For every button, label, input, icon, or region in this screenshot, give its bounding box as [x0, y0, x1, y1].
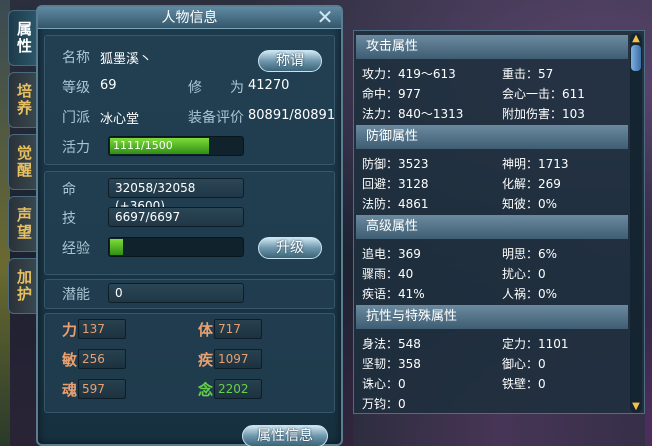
attr-value-constitution: 717	[214, 319, 262, 339]
stat-magic-power: 法力：840～1313	[362, 107, 464, 121]
attr-label-constitution: 体	[198, 321, 214, 339]
stat-attack-power: 攻力：419～613	[362, 67, 456, 81]
appellation-button[interactable]: 称谓	[258, 50, 322, 72]
sect-label: 门派	[62, 110, 90, 126]
skill-field: 6697/6697	[108, 207, 244, 227]
stat-great-weight: 万钧：0	[362, 397, 406, 411]
attr-label-soul: 魂	[62, 381, 78, 399]
stat-critical: 会心一击：611	[502, 87, 585, 101]
attribute-details-panel: 攻击属性 攻力：419～613 重击：57 命中：977 会心一击：611 法力…	[353, 30, 645, 414]
panel-title: 人物信息	[38, 7, 341, 29]
hp-field: 32058/32058 (+3600)	[108, 178, 244, 213]
name-label: 名称	[62, 50, 90, 66]
exp-bar-fill	[110, 239, 124, 255]
stat-guard-mind: 御心：0	[502, 357, 546, 371]
stat-body-skill: 身法：548	[362, 337, 421, 351]
stat-divine: 神明：1713	[502, 157, 569, 171]
section-title-defense: 防御属性	[356, 125, 628, 149]
potential-label: 潜能	[62, 287, 90, 303]
stat-human-disaster: 人祸：0%	[502, 287, 558, 301]
attr-value-agility: 256	[78, 349, 126, 369]
stat-iron-wall: 铁壁：0	[502, 377, 546, 391]
attr-label-strength: 力	[62, 321, 78, 339]
scroll-up-icon[interactable]: ▲	[630, 33, 642, 45]
vitality-label: 活力	[62, 140, 90, 156]
stat-know-enemy: 知彼：0%	[502, 197, 558, 211]
sect-value: 冰心堂	[100, 112, 140, 127]
exp-label: 经验	[62, 241, 90, 257]
section-title-resistance: 抗性与特殊属性	[356, 305, 628, 329]
stat-clear-thought: 明思：6%	[502, 247, 558, 261]
stat-storm-rain: 骤雨：40	[362, 267, 414, 281]
stat-hit: 命中：977	[362, 87, 421, 101]
stat-composure: 定力：1101	[502, 337, 569, 351]
exp-bar	[108, 237, 244, 257]
upgrade-button[interactable]: 升级	[258, 237, 322, 259]
vitality-value: 1111/1500	[113, 139, 173, 152]
attr-value-mind: 2202	[214, 379, 262, 399]
details-scrollbar[interactable]: ▲ ▼	[630, 33, 642, 413]
potential-field: 0	[108, 283, 244, 303]
level-value: 69	[100, 78, 117, 93]
stat-swift-speech: 疾语：41%	[362, 287, 425, 301]
name-value: 狐墨溪丶	[100, 52, 153, 67]
attr-label-agility: 敏	[62, 351, 78, 369]
hp-label: 命	[62, 182, 76, 198]
equip-label: 装备评价	[188, 110, 244, 126]
vitality-bar: 1111/1500	[108, 136, 244, 156]
stat-punish-mind: 诛心：0	[362, 377, 406, 391]
stat-magic-defense: 法防：4861	[362, 197, 429, 211]
stat-evasion: 回避：3128	[362, 177, 429, 191]
equip-value: 80891/80891	[248, 108, 336, 123]
cultivation-value: 41270	[248, 78, 290, 93]
stat-heavy-strike: 重击：57	[502, 67, 554, 81]
character-info-panel: 人物信息 ✕ 名称 狐墨溪丶 称谓 等级 69 修 为 41270 门派 冰心堂…	[36, 5, 343, 446]
section-title-advanced: 高级属性	[356, 215, 628, 239]
scroll-down-icon[interactable]: ▼	[630, 401, 642, 413]
background-decoration	[353, 414, 645, 446]
attr-value-soul: 597	[78, 379, 126, 399]
close-icon[interactable]: ✕	[315, 7, 335, 27]
stat-defense: 防御：3523	[362, 157, 429, 171]
attr-value-speed: 1097	[214, 349, 262, 369]
stat-dissolve: 化解：269	[502, 177, 561, 191]
cultivation-label: 修 为	[188, 80, 244, 96]
attr-info-button[interactable]: 属性信息	[242, 425, 328, 446]
stat-toughness: 坚韧：358	[362, 357, 421, 371]
attr-label-speed: 疾	[198, 351, 214, 369]
stat-chase-lightning: 追电：369	[362, 247, 421, 261]
section-title-attack: 攻击属性	[356, 35, 628, 59]
stat-disturb-mind: 扰心：0	[502, 267, 546, 281]
level-label: 等级	[62, 80, 90, 96]
scroll-thumb[interactable]	[631, 45, 641, 71]
skill-label: 技	[62, 211, 76, 227]
attr-value-strength: 137	[78, 319, 126, 339]
attr-label-mind: 念	[198, 381, 214, 399]
stat-extra-damage: 附加伤害：103	[502, 107, 585, 121]
